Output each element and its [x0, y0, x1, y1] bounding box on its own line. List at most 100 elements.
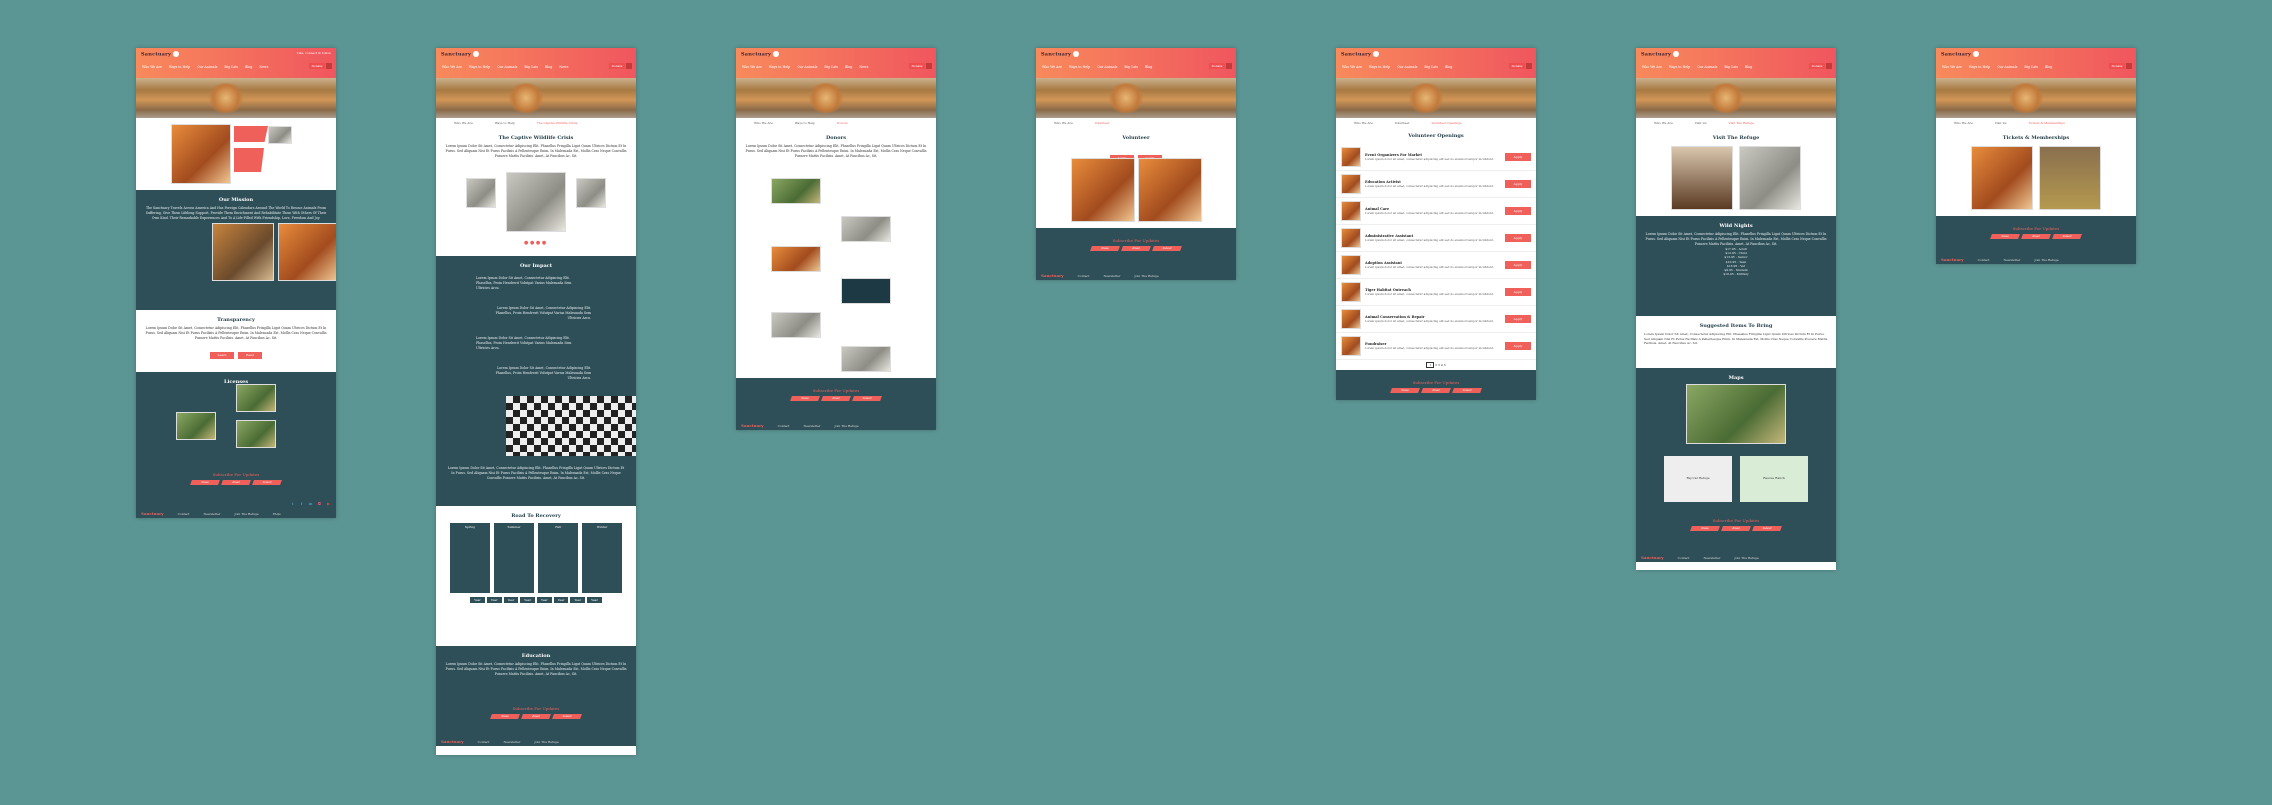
feature-card[interactable]	[234, 126, 268, 142]
footer-link[interactable]: Newsletter	[504, 740, 521, 744]
logo[interactable]: Sanctuary	[1041, 51, 1080, 58]
feature-card[interactable]	[234, 148, 264, 172]
apply-button[interactable]: Apply	[1505, 342, 1531, 350]
footer-link[interactable]: FAQs	[273, 512, 281, 516]
menu-item[interactable]: Who We Are	[1940, 64, 1964, 70]
cart-icon[interactable]	[326, 63, 332, 69]
footer-logo[interactable]: Sanctuary	[141, 511, 164, 516]
cart-icon[interactable]	[1826, 63, 1832, 69]
menu-item[interactable]: Big Cats	[2022, 64, 2040, 70]
footer-link[interactable]: Newsletter	[1704, 556, 1721, 560]
menu-item[interactable]: Ways to Help	[167, 64, 192, 70]
donate-button[interactable]: Donate	[2109, 63, 2125, 69]
year-tab[interactable]: Year	[587, 597, 602, 603]
menu-item[interactable]: News	[857, 64, 870, 70]
map-card[interactable]: Rescue Ranch	[1740, 456, 1808, 502]
page-link[interactable]: 4	[1441, 363, 1443, 367]
map-card[interactable]: Big Cat Refuge	[1664, 456, 1732, 502]
menu-item[interactable]: Our Animals	[1395, 64, 1419, 70]
name-field[interactable]: Name	[1090, 246, 1120, 251]
menu-item[interactable]: Who We Are	[1040, 64, 1064, 70]
twitter-icon[interactable]: t	[290, 501, 295, 506]
footer-link[interactable]: Newsletter	[204, 512, 221, 516]
apply-button[interactable]: Apply	[1505, 288, 1531, 296]
submit-button[interactable]: Submit	[1452, 388, 1482, 393]
menu-item[interactable]: Blog	[1143, 64, 1154, 70]
submit-button[interactable]: Submit	[2052, 234, 2082, 239]
logo[interactable]: Sanctuary	[141, 51, 180, 58]
menu-item[interactable]: News	[257, 64, 270, 70]
footer-logo[interactable]: Sanctuary	[1641, 555, 1664, 560]
donate-button[interactable]: Donate	[1209, 63, 1225, 69]
menu-item[interactable]: Our Animals	[1995, 64, 2019, 70]
menu-item[interactable]: Big Cats	[1722, 64, 1740, 70]
menu-item[interactable]: Blog	[2043, 64, 2054, 70]
footer-link[interactable]: Join The Refuge	[534, 740, 558, 744]
menu-item[interactable]: Big Cats	[522, 64, 540, 70]
submit-button[interactable]: Submit	[252, 480, 282, 485]
menu-item[interactable]: Who We Are	[1340, 64, 1364, 70]
learn-button[interactable]: Learn	[210, 352, 234, 359]
menu-item[interactable]: Ways to Help	[1367, 64, 1392, 70]
name-field[interactable]: Name	[790, 396, 820, 401]
page-link[interactable]: 2	[1435, 363, 1437, 367]
menu-item[interactable]: Ways to Help	[1967, 64, 1992, 70]
footer-link[interactable]: Contact	[1678, 556, 1690, 560]
year-tab[interactable]: Year	[520, 597, 535, 603]
apply-button[interactable]: Apply	[1505, 315, 1531, 323]
menu-item[interactable]: Blog	[243, 64, 254, 70]
gallery-thumb[interactable]	[576, 178, 606, 208]
logo[interactable]: Sanctuary	[1641, 51, 1680, 58]
year-tab[interactable]: Year	[537, 597, 552, 603]
menu-item[interactable]: Big Cats	[222, 64, 240, 70]
apply-button[interactable]: Apply	[1505, 153, 1531, 161]
cart-icon[interactable]	[626, 63, 632, 69]
donate-button[interactable]: Donate	[309, 63, 325, 69]
footer-link[interactable]: Contact	[478, 740, 490, 744]
email-field[interactable]: Email	[821, 396, 851, 401]
logo[interactable]: Sanctuary	[1341, 51, 1380, 58]
menu-item[interactable]: Our Animals	[1695, 64, 1719, 70]
menu-item[interactable]: Who We Are	[1640, 64, 1664, 70]
logo[interactable]: Sanctuary	[1941, 51, 1980, 58]
menu-item[interactable]: Our Animals	[795, 64, 819, 70]
footer-logo[interactable]: Sanctuary	[1941, 257, 1964, 262]
footer-link[interactable]: Newsletter	[804, 424, 821, 428]
menu-item[interactable]: Our Animals	[495, 64, 519, 70]
cart-icon[interactable]	[926, 63, 932, 69]
menu-item[interactable]: Who We Are	[740, 64, 764, 70]
facebook-icon[interactable]: f	[299, 501, 304, 506]
gallery-thumb[interactable]	[466, 178, 496, 208]
submit-button[interactable]: Submit	[852, 396, 882, 401]
menu-item[interactable]: Ways to Help	[1067, 64, 1092, 70]
logo[interactable]: Sanctuary	[441, 51, 480, 58]
submit-button[interactable]: Submit	[1752, 526, 1782, 531]
name-field[interactable]: Name	[1390, 388, 1420, 393]
year-tab[interactable]: Year	[503, 597, 519, 603]
footer-link[interactable]: Contact	[178, 512, 190, 516]
year-tab[interactable]: Year	[486, 597, 502, 603]
menu-item[interactable]: Big Cats	[1422, 64, 1440, 70]
footer-link[interactable]: Join The Refuge	[1134, 274, 1158, 278]
footer-link[interactable]: Contact	[1978, 258, 1990, 262]
footer-link[interactable]: Join The Refuge	[834, 424, 858, 428]
name-field[interactable]: Name	[190, 480, 220, 485]
donate-button[interactable]: Donate	[1509, 63, 1525, 69]
footer-link[interactable]: Contact	[778, 424, 790, 428]
menu-item[interactable]: Who We Are	[440, 64, 464, 70]
email-field[interactable]: Email	[2021, 234, 2051, 239]
apply-button[interactable]: Apply	[1505, 234, 1531, 242]
donate-button[interactable]: Donate	[909, 63, 925, 69]
footer-logo[interactable]: Sanctuary	[441, 739, 464, 744]
footer-link[interactable]: Newsletter	[2004, 258, 2021, 262]
donate-button[interactable]: Donate	[1809, 63, 1825, 69]
menu-item[interactable]: Blog	[843, 64, 854, 70]
name-field[interactable]: Name	[490, 714, 520, 719]
cart-icon[interactable]	[2126, 63, 2132, 69]
menu-item[interactable]: Our Animals	[1095, 64, 1119, 70]
youtube-icon[interactable]: ▶	[326, 501, 331, 506]
donate-button[interactable]: Donate	[609, 63, 625, 69]
email-field[interactable]: Email	[1721, 526, 1751, 531]
submit-button[interactable]: Submit	[552, 714, 582, 719]
footer-link[interactable]: Join The Refuge	[234, 512, 258, 516]
